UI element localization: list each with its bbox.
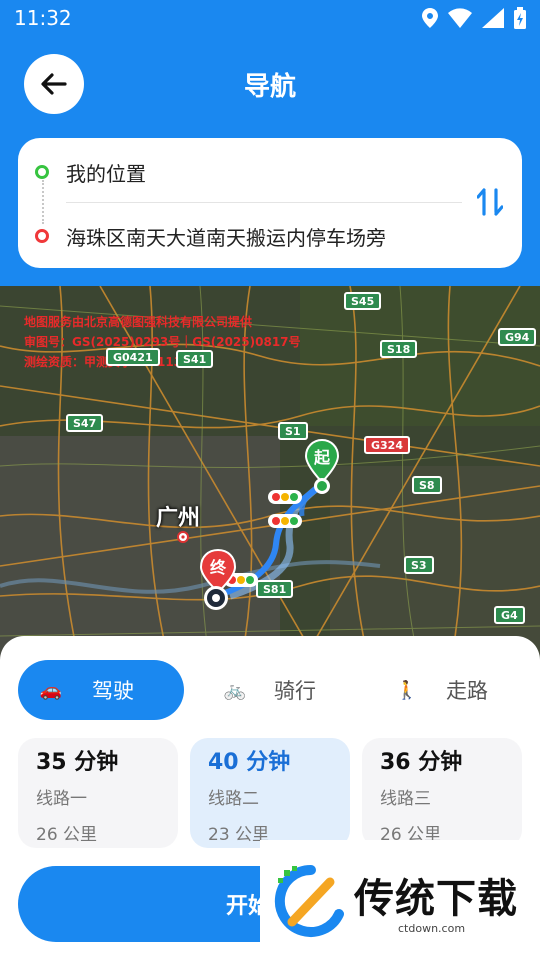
start-marker-label: 起 (313, 448, 330, 467)
mode-label: 驾驶 (92, 679, 134, 703)
road-badge: S81 (256, 580, 294, 598)
route-time: 35 分钟 (36, 750, 119, 775)
watermark: 传统下载 ctdown.com (260, 840, 540, 960)
route-card: 我的位置 海珠区南天大道南天搬运内停车场旁 (18, 138, 522, 268)
mode-tab-walking[interactable]: 🚶 走路 (382, 660, 532, 720)
mode-tab-driving[interactable]: 🚗 驾驶 (18, 660, 184, 720)
road-badge: S18 (380, 340, 418, 358)
route-option-1[interactable]: 35 分钟 线路一 26 公里 (18, 738, 178, 848)
location-icon (422, 8, 438, 28)
route-option-2[interactable]: 40 分钟 线路二 23 公里 (190, 738, 350, 848)
page-title: 导航 (243, 72, 296, 102)
destination-row[interactable]: 海珠区南天大道南天搬运内停车场旁 (18, 216, 458, 256)
end-marker[interactable]: 终 (198, 548, 238, 614)
copyright-line: 测绘资质：甲测资字11111328 (24, 352, 301, 372)
route-name: 线路一 (36, 789, 87, 809)
status-time: 11:32 (14, 6, 72, 30)
origin-dot-icon (35, 165, 49, 179)
car-icon: 🚗 (39, 679, 63, 701)
road-badge: S3 (404, 556, 434, 574)
status-bar: 11:32 (0, 0, 540, 36)
mode-label: 骑行 (274, 679, 316, 703)
bicycle-icon: 🚲 (223, 679, 247, 701)
road-badge: S45 (344, 292, 382, 310)
road-badge: G0421 (106, 348, 160, 366)
signal-icon (482, 8, 504, 28)
city-label: 广州 (156, 506, 201, 531)
header: 导航 (0, 50, 540, 120)
watermark-url: ctdown.com (398, 922, 466, 935)
destination-dot-icon (35, 229, 49, 243)
route-time: 36 分钟 (380, 750, 463, 775)
route-name: 线路三 (380, 789, 431, 809)
pedestrian-icon: 🚶 (395, 679, 419, 701)
origin-row[interactable]: 我的位置 (18, 152, 458, 192)
origin-text: 我的位置 (66, 161, 146, 186)
mode-label: 走路 (446, 679, 488, 703)
start-marker[interactable]: 起 (304, 438, 340, 498)
copyright-line: 地图服务由北京高德图强科技有限公司提供 (24, 315, 253, 329)
traffic-light-icon (268, 490, 302, 528)
road-badge: S41 (176, 350, 214, 368)
copyright-line: 审图号：GS(2025)0293号｜GS(2025)0817号 (24, 335, 301, 349)
route-name: 线路二 (208, 789, 259, 809)
end-marker-label: 终 (209, 558, 226, 577)
swap-icon (477, 188, 503, 216)
route-time: 40 分钟 (208, 750, 291, 775)
road-badge: G94 (498, 328, 537, 346)
wifi-icon (448, 8, 472, 28)
road-badge: S47 (66, 414, 104, 432)
road-badge: S8 (412, 476, 442, 494)
map-copyright: 地图服务由北京高德图强科技有限公司提供 审图号：GS(2025)0293号｜GS… (24, 312, 301, 372)
destination-text: 海珠区南天大道南天搬运内停车场旁 (66, 225, 386, 250)
battery-icon (514, 7, 526, 29)
status-icons (422, 7, 526, 29)
watermark-text: 传统下载 (354, 876, 518, 922)
swap-button[interactable] (472, 184, 508, 220)
city-marker-icon (177, 531, 189, 543)
route-option-3[interactable]: 36 分钟 线路三 26 公里 (362, 738, 522, 848)
map-view[interactable]: 地图服务由北京高德图强科技有限公司提供 审图号：GS(2025)0293号｜GS… (0, 286, 540, 666)
road-badge: G4 (494, 606, 525, 624)
route-distance: 26 公里 (36, 825, 98, 845)
mode-tab-cycling[interactable]: 🚲 骑行 (210, 660, 360, 720)
route-divider (66, 202, 462, 203)
watermark-logo-icon (274, 864, 344, 937)
road-badge: G324 (364, 436, 410, 454)
